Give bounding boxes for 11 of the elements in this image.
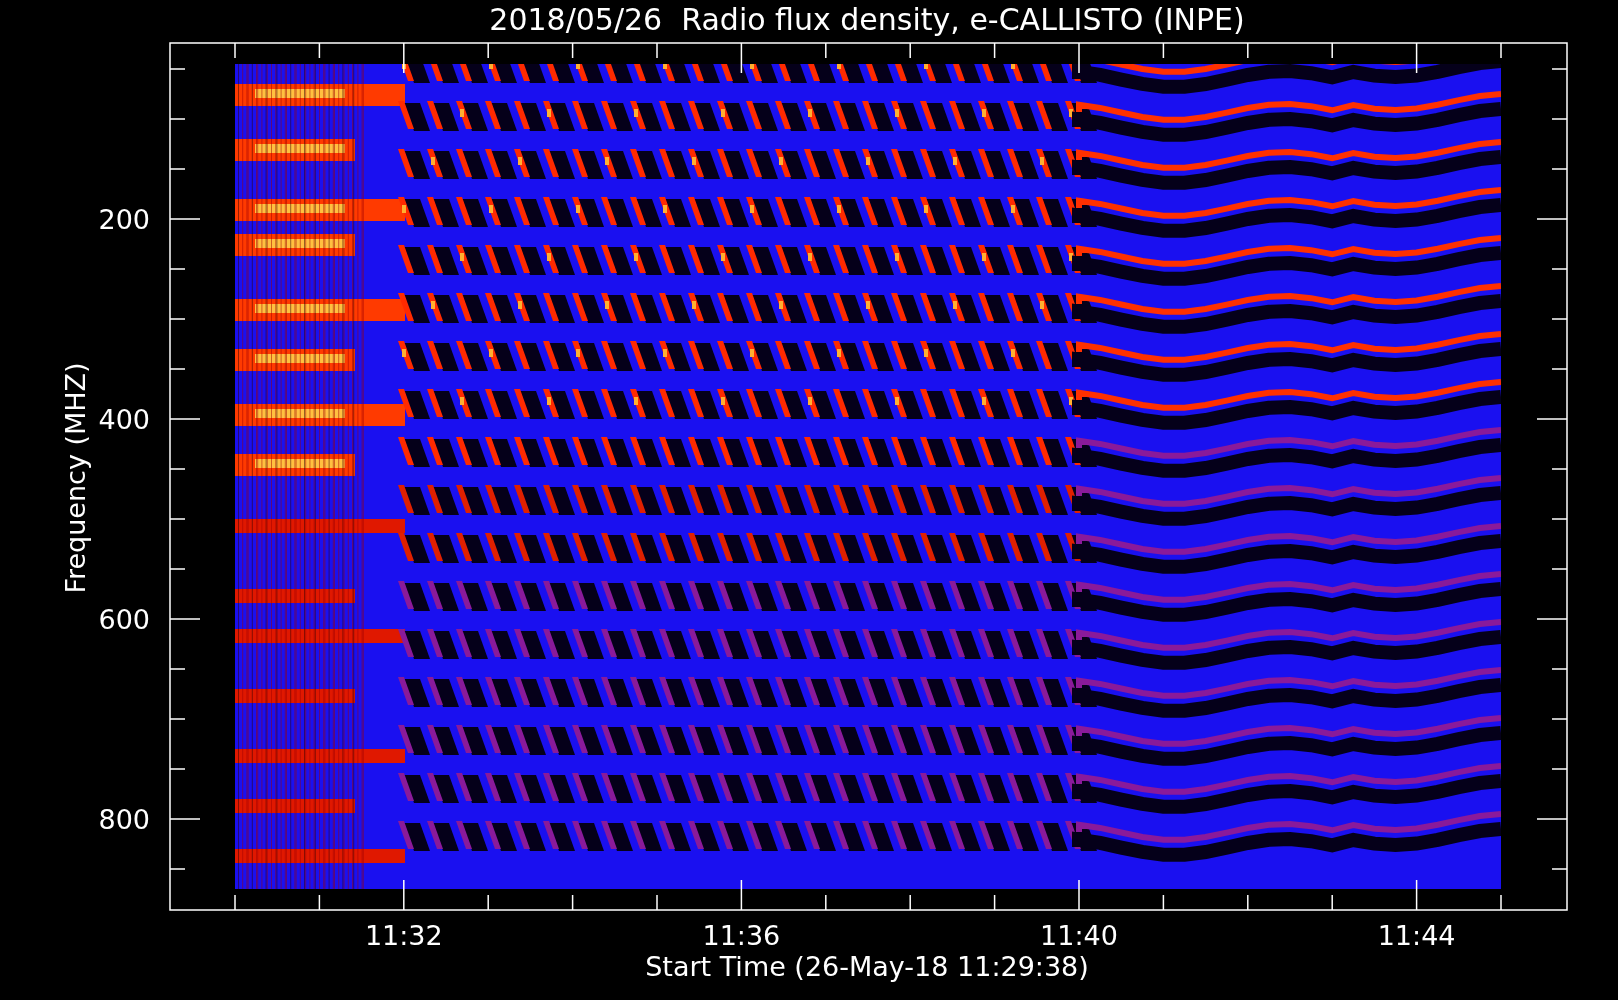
chart-title: 2018/05/26 Radio flux density, e-CALLISTO (INPE) (489, 2, 1245, 37)
y-tick-label: 200 (98, 204, 150, 235)
y-axis-label: Frequency (MHZ) (60, 362, 91, 594)
x-tick-label: 11:32 (364, 920, 443, 951)
y-tick-label: 400 (98, 404, 150, 435)
x-tick-label: 11:40 (1040, 920, 1118, 951)
x-axis-label: Start Time (26-May-18 11:29:38) (645, 951, 1089, 982)
y-tick-label: 600 (98, 604, 150, 635)
y-tick-label: 800 (98, 804, 150, 835)
x-tick-label: 11:36 (702, 920, 781, 951)
x-tick-label: 11:44 (1377, 920, 1456, 951)
